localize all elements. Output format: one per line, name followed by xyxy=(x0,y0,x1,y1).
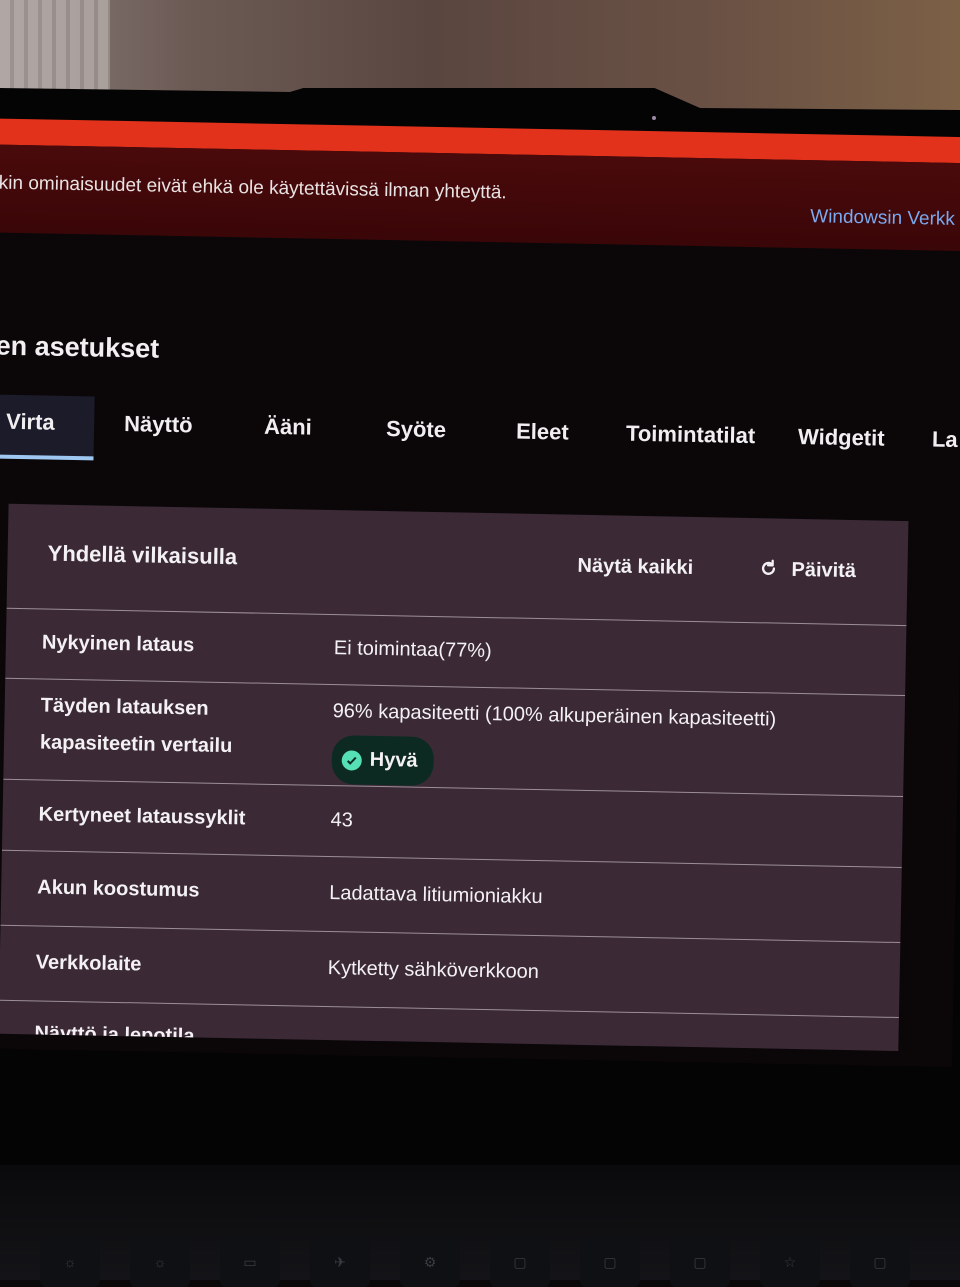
tab-widgetit[interactable]: Widgetit xyxy=(798,424,885,452)
tab-toimintatilat[interactable]: Toimintatilat xyxy=(626,421,756,449)
tab-eleet[interactable]: Eleet xyxy=(516,419,569,446)
refresh-icon xyxy=(761,559,776,575)
keyboard: ☼ ☼ ▭ ✈ ⚙ ▢ ▢ ▢ ☆ ▢ xyxy=(0,1165,960,1287)
at-a-glance-card: Yhdellä vilkaisulla Näytä kaikki Päivitä… xyxy=(0,503,909,1051)
show-all-button[interactable]: Näytä kaikki xyxy=(577,555,693,580)
tab-naytto[interactable]: Näyttö xyxy=(124,411,193,438)
row-label: Verkkolaite xyxy=(35,951,142,976)
screen: kin ominaisuudet eivät ehkä ole käytettä… xyxy=(0,118,960,1068)
tab-la[interactable]: La xyxy=(932,427,958,453)
row-label: Akun koostumus xyxy=(37,876,200,902)
banner-message: kin ominaisuudet eivät ehkä ole käytettä… xyxy=(0,172,507,204)
offline-banner: kin ominaisuudet eivät ehkä ole käytettä… xyxy=(0,143,960,252)
webcam-icon xyxy=(652,116,656,120)
row-value: Ei toimintaa(77%) xyxy=(333,637,492,663)
tab-aani[interactable]: Ääni xyxy=(264,414,312,441)
row-value: Ladattava litiumioniakku xyxy=(328,882,543,909)
refresh-label: Päivitä xyxy=(791,558,857,583)
tab-syote[interactable]: Syöte xyxy=(386,416,446,443)
row-capacity-comparison: Täyden latauksen kapasiteetin vertailu 9… xyxy=(3,678,906,798)
banner-link[interactable]: Windowsin Verkk xyxy=(810,206,955,231)
row-value: Kytketty sähköverkkoon xyxy=(327,957,540,984)
tab-bar: Virta Näyttö Ääni Syöte Eleet Toimintati… xyxy=(0,409,960,488)
status-badge: Hyvä xyxy=(331,731,435,787)
card-header: Yhdellä vilkaisulla Näytä kaikki Päivitä xyxy=(6,503,909,627)
card-title: Yhdellä vilkaisulla xyxy=(47,540,238,570)
row-label: Näyttö ja lepotila xyxy=(34,1022,195,1048)
badge-label: Hyvä xyxy=(369,748,418,772)
row-value: 43 xyxy=(330,809,354,832)
refresh-button[interactable]: Päivitä xyxy=(759,558,856,583)
tab-virta[interactable]: Virta xyxy=(6,409,55,436)
row-label: Kertyneet lataussyklit xyxy=(38,803,246,830)
row-label-line1: Täyden latauksen xyxy=(40,694,209,720)
row-label: Nykyinen lataus xyxy=(41,631,195,657)
row-label-line2: kapasiteetin vertailu xyxy=(39,731,233,758)
page-title: en asetukset xyxy=(0,330,160,364)
check-circle-icon xyxy=(341,749,362,771)
